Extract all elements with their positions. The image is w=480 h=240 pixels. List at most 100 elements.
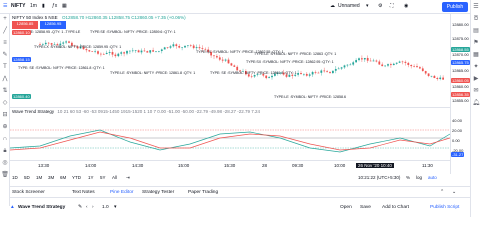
range-1y[interactable]: 1Y (88, 175, 94, 180)
candle-body (320, 70, 323, 73)
ind-axis-label: 20.00 (452, 128, 463, 133)
range-6m[interactable]: 6M (60, 175, 66, 180)
tab-paper-trading[interactable]: Paper Trading (188, 190, 218, 195)
candle-body (401, 61, 404, 63)
candle-body (160, 49, 163, 52)
price-chart[interactable]: NIFTY 50 Index 5 NSE O12858.70 H12860.35… (10, 14, 450, 106)
camera-icon[interactable]: ◉ (404, 3, 408, 9)
time-axis[interactable]: 13:30 14:00 14:30 15:00 15:30 28 09:30 1… (10, 160, 450, 172)
indicators-icon[interactable]: ƒx (52, 3, 57, 9)
publish-script-button[interactable]: Publish Script (430, 205, 459, 210)
log-toggle[interactable]: log (416, 175, 422, 180)
candle-body (361, 58, 363, 60)
zoom-icon[interactable]: ⊕ (0, 122, 10, 132)
range-1d[interactable]: 1D (12, 175, 18, 180)
version-chevron-icon[interactable]: ▾ (114, 205, 116, 210)
candle-body (100, 53, 102, 55)
candle-body (102, 53, 105, 55)
candle-body (390, 64, 392, 66)
auto-toggle[interactable]: auto (428, 175, 437, 180)
candle-body (387, 64, 389, 66)
wave-trend-plot (10, 129, 450, 153)
price-label: 12855.00 (452, 98, 469, 103)
prediction-icon[interactable]: ⇅ (0, 86, 10, 96)
script-name[interactable]: Wave Trend Strategy (18, 205, 65, 210)
publish-button[interactable]: Publish (442, 2, 468, 12)
candle-body (375, 60, 378, 62)
ideas-icon[interactable]: ✦ (471, 62, 480, 72)
range-3m[interactable]: 3M (48, 175, 54, 180)
brush-icon[interactable]: ✎ (0, 50, 10, 60)
lock-icon[interactable]: 🔒︎ (0, 146, 10, 156)
streams-icon[interactable]: ▶ (471, 74, 480, 84)
candle-body (131, 50, 134, 52)
chat-icon[interactable]: ✉ (471, 86, 480, 96)
goto-date-icon[interactable]: ⇥ (126, 175, 130, 181)
script-version[interactable]: 1.0 (102, 205, 109, 210)
nav-right-icon[interactable]: › (92, 205, 94, 210)
tab-pine-editor[interactable]: Pine Editor (110, 190, 133, 195)
percent-toggle[interactable]: % (406, 175, 410, 180)
watchlist-icon[interactable]: ☰ (471, 2, 480, 12)
maximize-panel-icon[interactable]: ⌃ (440, 190, 444, 195)
buy-button[interactable]: 12856.95 (40, 21, 66, 29)
clock-time[interactable]: 10:21:22 (UTC+5:30) (358, 175, 400, 180)
range-all[interactable]: All (112, 175, 117, 180)
range-1m[interactable]: 1M (36, 175, 42, 180)
tab-text-notes[interactable]: Text Notes (72, 190, 95, 195)
candle-body (192, 45, 195, 49)
pattern-icon[interactable]: ⋀ (0, 74, 10, 84)
measure-icon[interactable]: ⊟ (0, 110, 10, 120)
range-5d[interactable]: 5D (24, 175, 30, 180)
candle-body (181, 47, 183, 49)
trade-label: PRICE: 12858.95 -QTY: 1 -TYPE:LE (22, 30, 81, 34)
minimize-panel-icon[interactable]: ⌄ (452, 190, 456, 195)
settings-icon[interactable]: ⚙ (378, 3, 382, 9)
data-window-icon[interactable]: ▤ (471, 26, 480, 36)
candle-body (123, 52, 125, 54)
add-to-chart-button[interactable]: Add to Chart (382, 205, 409, 210)
tab-stock-screener[interactable]: Stock Screener (12, 190, 45, 195)
trendline-icon[interactable]: ╱ (0, 26, 10, 36)
price-axis[interactable]: 12880.00 12875.00 12870.00 12865.00 1286… (450, 14, 470, 174)
nav-left-icon[interactable]: ‹ (86, 205, 88, 210)
chart-type-icon[interactable]: ▮ (42, 3, 45, 9)
sell-button[interactable]: 12856.85 (12, 21, 38, 29)
hotlist-icon[interactable]: ⚑ (471, 38, 480, 48)
notifications-icon[interactable]: 🔔︎ (471, 98, 480, 108)
edit-icon[interactable]: ✎ (78, 205, 82, 210)
menu-icon[interactable]: ☰ (3, 3, 7, 9)
indicator-pane[interactable]: Wave Trend Strategy 10 21 60 53 -60 -53 … (10, 107, 450, 159)
time-label: 13:30 (38, 163, 50, 168)
symbol-search[interactable]: NIFTY (11, 3, 25, 9)
text-icon[interactable]: T (0, 62, 10, 72)
layout-icon[interactable]: ▦ (62, 3, 67, 9)
candle-body (349, 64, 352, 66)
interval-button[interactable]: 1m (30, 3, 37, 9)
range-ytd[interactable]: YTD (72, 175, 81, 180)
range-5y[interactable]: 5Y (100, 175, 106, 180)
unnamed-layout[interactable]: Unnamed (338, 3, 360, 9)
candle-body (175, 44, 178, 47)
chevron-down-icon[interactable]: ▾ (366, 3, 369, 9)
cloud-icon[interactable]: ☁ (330, 3, 335, 9)
fullscreen-icon[interactable]: ⛶ (390, 3, 394, 9)
open-button[interactable]: Open (340, 205, 352, 210)
tab-strategy-tester[interactable]: Strategy Tester (142, 190, 174, 195)
eye-icon[interactable]: ◎ (0, 158, 10, 168)
shapes-icon[interactable]: ◇ (0, 98, 10, 108)
drawing-toolbar: + ╱ ≡ ✎ T ⋀ ⇅ ◇ ⊟ ⊕ ∩ 🔒︎ ◎ 🗑︎ (0, 14, 10, 206)
time-label: 14:00 (85, 163, 97, 168)
calendar-icon[interactable]: ▦ (471, 50, 480, 60)
alert-icon[interactable]: ⏰︎ (471, 14, 480, 24)
magnet-icon[interactable]: ∩ (0, 134, 10, 144)
save-button[interactable]: Save (360, 205, 371, 210)
crosshair-icon[interactable]: + (0, 14, 10, 24)
candle-body (91, 51, 94, 53)
fib-icon[interactable]: ≡ (0, 38, 10, 48)
candle-body (111, 52, 114, 55)
time-label: 10:00 (334, 163, 346, 168)
candle-body (300, 73, 302, 74)
candle-body (305, 73, 308, 76)
trash-icon[interactable]: 🗑︎ (0, 170, 10, 180)
